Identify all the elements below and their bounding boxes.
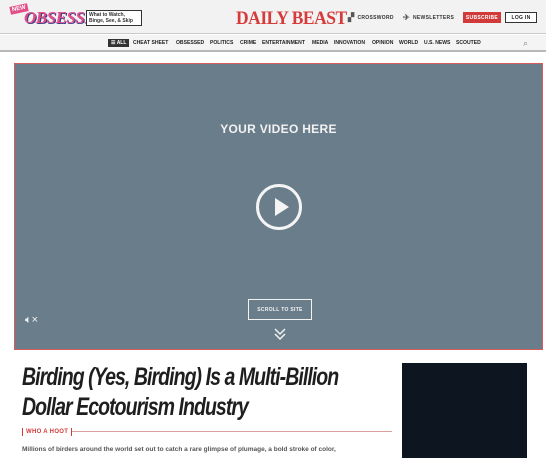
article-dek: Millions of birders around the world set… (22, 446, 336, 453)
chevron-double-down-icon[interactable] (272, 326, 288, 342)
nav-item-us-news[interactable]: U.S. NEWS (424, 40, 450, 46)
nav-item-crime[interactable]: CRIME (240, 40, 256, 46)
nav-all-label: ALL (116, 40, 127, 46)
section-nav: ☰ ALL CHEAT SHEET OBSESSED POLITICS CRIM… (0, 35, 546, 52)
search-icon[interactable]: ⌕ (523, 38, 528, 49)
video-player[interactable]: YOUR VIDEO HERE 🔈︎× SCROLL TO SITE (14, 63, 543, 350)
nav-item-cheat-sheet[interactable]: CHEAT SHEET (133, 40, 168, 46)
newsletters-link[interactable]: ✈ NEWSLETTERS (403, 13, 454, 22)
crossword-icon: ▞ (348, 13, 355, 22)
nav-item-scouted[interactable]: SCOUTED (456, 40, 481, 46)
scroll-to-site-button[interactable]: SCROLL TO SITE (248, 299, 312, 320)
article-headline: Birding (Yes, Birding) Is a Multi-Billio… (22, 363, 339, 421)
section-tag[interactable]: WHO A HOOT (22, 428, 73, 436)
daily-beast-logo[interactable]: DAILY BEAST (236, 8, 347, 30)
nav-item-innovation[interactable]: INNOVATION (334, 40, 365, 46)
top-bar: NEW OBSESSED What to Watch, Binge, See, … (0, 0, 546, 34)
obsessed-tagline[interactable]: What to Watch, Binge, See, & Skip (86, 10, 142, 26)
login-button[interactable]: LOG IN (505, 12, 537, 23)
ad-block[interactable] (402, 363, 527, 458)
subscribe-button[interactable]: SUBSCRIBE (463, 12, 501, 23)
nav-item-world[interactable]: WORLD (399, 40, 418, 46)
nav-all-button[interactable]: ☰ ALL (108, 39, 130, 47)
nav-item-opinion[interactable]: OPINION (372, 40, 393, 46)
newsletters-label: NEWSLETTERS (413, 14, 455, 21)
nav-item-media[interactable]: MEDIA (312, 40, 328, 46)
nav-item-obsessed[interactable]: OBSESSED (176, 40, 204, 46)
video-placeholder-text: YOUR VIDEO HERE (220, 122, 337, 136)
nav-item-politics[interactable]: POLITICS (210, 40, 233, 46)
crossword-link[interactable]: ▞ CROSSWORD (348, 13, 394, 22)
section-divider (72, 431, 392, 432)
play-icon[interactable] (256, 184, 302, 230)
nav-items: ☰ ALL CHEAT SHEET OBSESSED POLITICS CRIM… (108, 39, 483, 47)
mute-icon[interactable]: 🔈︎× (25, 314, 38, 327)
paper-plane-icon: ✈ (403, 13, 411, 22)
crossword-label: CROSSWORD (357, 14, 394, 21)
nav-item-entertainment[interactable]: ENTERTAINMENT (262, 40, 305, 46)
